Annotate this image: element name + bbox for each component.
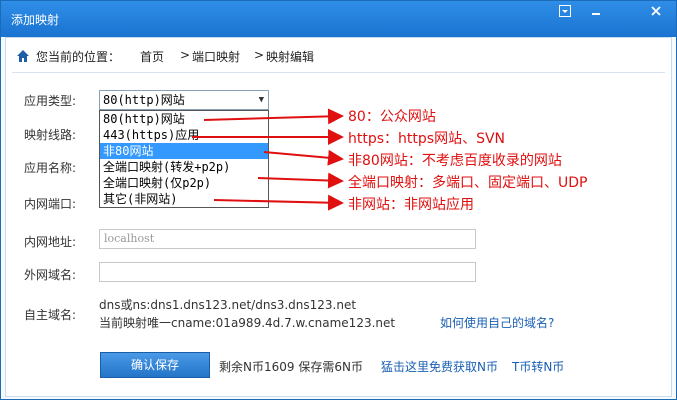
t-to-n-coins-link[interactable]: T币转N币	[512, 358, 564, 375]
window-title: 添加映射	[11, 13, 60, 27]
outer-domain-input[interactable]	[99, 262, 476, 282]
cname-text: 当前映射唯一cname:01a989.4d.7.w.cname123.net	[99, 316, 396, 330]
annotation-https: https：https网站、SVN	[348, 131, 506, 147]
annotation-80: 80：公众网站	[348, 109, 436, 125]
balance-text: 剩余N币1609 保存需6N币	[219, 360, 363, 374]
inner-addr-placeholder: localhost	[104, 232, 155, 245]
own-domain-label: 自主域名:	[24, 308, 77, 322]
content-panel: 您当前的位置： 首页 > 端口映射 > 映射编辑 应用类型: 80(http)网…	[5, 37, 672, 397]
annotation-arrow	[213, 194, 344, 211]
dns-text: dns或ns:dns1.dns123.net/dns3.dns123.net	[99, 298, 357, 312]
dropdown-menu-icon[interactable]	[556, 5, 574, 21]
dialog-window: 添加映射 您当前的位置： 首页 > 端口映射 > 映射编辑 应用类型: 80(h…	[0, 0, 677, 400]
minimize-icon[interactable]	[587, 5, 605, 21]
inner-addr-label: 内网地址:	[24, 235, 77, 249]
annotation-non80: 非80网站：不考虑百度收录的网站	[348, 153, 562, 169]
inner-addr-input[interactable]: localhost	[99, 229, 476, 249]
annotation-arrow	[263, 149, 344, 166]
title-bar[interactable]: 添加映射	[1, 1, 676, 37]
annotation-arrow	[203, 108, 344, 125]
annotation-all-port: 全端口映射：多端口、固定端口、UDP	[348, 175, 588, 191]
save-button[interactable]: 确认保存	[100, 352, 210, 378]
annotation-non-web: 非网站：非网站应用	[348, 197, 474, 213]
outer-domain-label: 外网域名:	[24, 268, 77, 282]
close-icon[interactable]	[647, 5, 665, 21]
free-coins-link[interactable]: 猛击这里免费获取N币	[381, 358, 498, 375]
annotation-arrow	[257, 172, 344, 189]
own-domain-help-link[interactable]: 如何使用自己的域名?	[440, 314, 554, 331]
annotation-arrows	[192, 108, 344, 211]
